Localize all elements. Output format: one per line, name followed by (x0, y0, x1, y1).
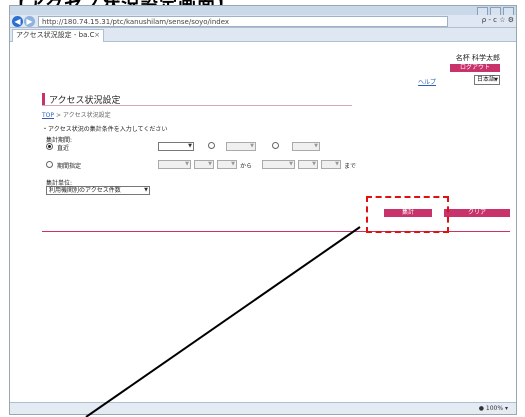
page-title: アクセス状況設定 (49, 96, 121, 106)
user-name: 名杯 科学太郎 (455, 54, 500, 62)
to-month-select[interactable] (298, 160, 318, 169)
browser-tools[interactable]: ρ - c ☆ ⚙ (482, 16, 514, 24)
to-year-select[interactable] (262, 160, 295, 169)
browser-tab[interactable]: アクセス状況設定 - ba.C × (12, 29, 104, 42)
to-day-select[interactable] (321, 160, 341, 169)
title-accent-bar (42, 93, 45, 105)
logout-button[interactable]: ログアウト (450, 64, 500, 72)
tab-title: アクセス状況設定 - ba.C (16, 31, 95, 39)
language-select[interactable]: 日本語 (474, 75, 500, 85)
recent-period-select[interactable] (158, 142, 194, 151)
unit-select[interactable]: 利用機関別のアクセス件数 (46, 186, 150, 195)
from-label: から (240, 163, 253, 170)
recent-period-select-2[interactable] (226, 142, 256, 151)
breadcrumb-current: アクセス状況設定 (62, 112, 111, 119)
radio-period-label: 期間指定 (57, 163, 82, 170)
url-input[interactable]: http://180.74.15.31/ptc/kanushilam/sense… (38, 16, 448, 27)
back-arrow-icon[interactable]: ◀ (12, 16, 23, 27)
recent-period-select-3[interactable] (292, 142, 320, 151)
zoom-level[interactable]: ● 100% ▾ (479, 405, 508, 412)
address-bar: ◀ ▶ http://180.74.15.31/ptc/kanushilam/s… (10, 15, 516, 28)
help-link[interactable]: ヘルプ (418, 77, 436, 86)
forward-arrow-icon[interactable]: ▶ (24, 16, 35, 27)
tab-close-icon[interactable]: × (94, 30, 100, 41)
breadcrumb-home-link[interactable]: TOP (42, 112, 54, 119)
tab-strip: アクセス状況設定 - ba.C × (10, 28, 516, 42)
radio-recent-option-2[interactable] (208, 142, 215, 149)
page-title-area: アクセス状況設定 (42, 92, 352, 106)
status-bar: ● 100% ▾ (10, 402, 516, 414)
breadcrumb-separator: > (55, 112, 61, 119)
breadcrumb: TOP > アクセス状況設定 (42, 110, 111, 119)
radio-recent-label: 直近 (57, 145, 70, 152)
from-year-select[interactable] (158, 160, 191, 169)
annotation-highlight-box (366, 196, 449, 233)
radio-recent[interactable] (46, 143, 53, 150)
radio-recent-option-3[interactable] (272, 142, 279, 149)
from-month-select[interactable] (194, 160, 214, 169)
clear-button[interactable]: クリア (444, 209, 510, 217)
to-label: まで (344, 163, 357, 170)
instruction-text: ・アクセス状況の集計条件を入力してください (42, 126, 168, 133)
from-day-select[interactable] (217, 160, 237, 169)
radio-period[interactable] (46, 161, 53, 168)
